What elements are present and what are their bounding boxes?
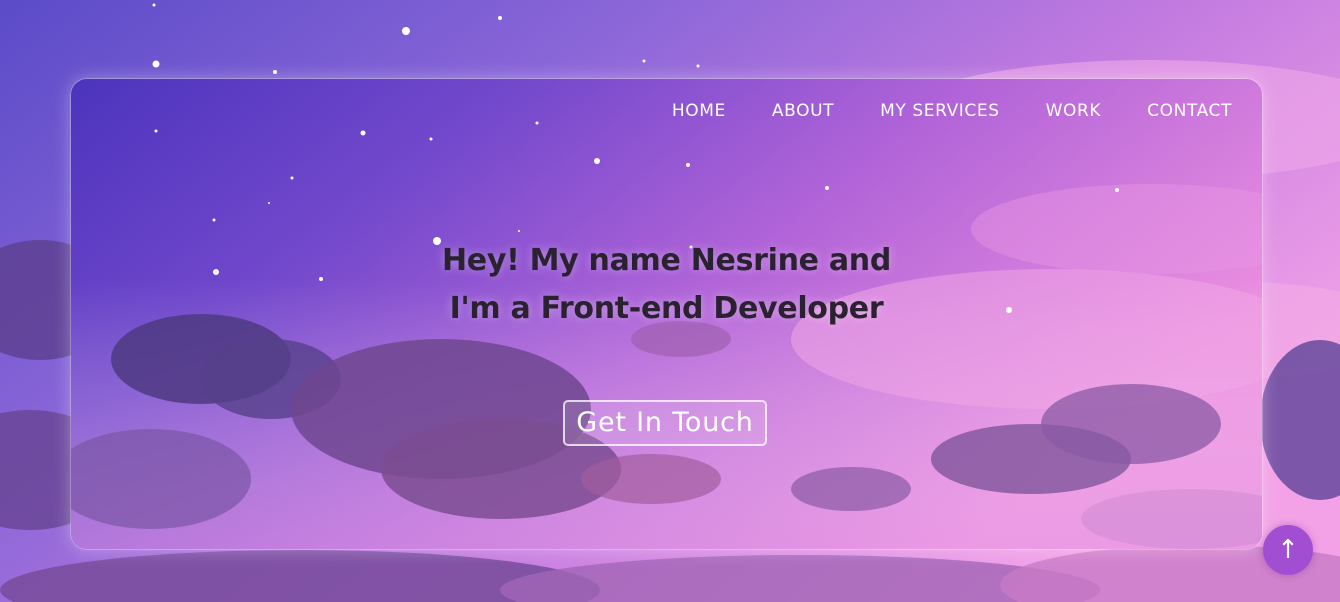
hero-headline-line-1: Hey! My name Nesrine and [441,243,892,278]
get-in-touch-button[interactable]: Get In Touch [563,400,767,446]
nav-item-work[interactable]: WORK [1046,101,1102,121]
main-nav: HOME ABOUT MY SERVICES WORK CONTACT [626,101,1232,121]
arrow-up-icon: ↑ [1277,535,1299,565]
page: HOME ABOUT MY SERVICES WORK CONTACT Hey!… [0,0,1340,602]
hero-headline: Hey! My name Nesrine and I'm a Front-end… [71,237,1262,333]
scroll-to-top-button[interactable]: ↑ [1263,525,1313,575]
nav-item-about[interactable]: ABOUT [772,101,834,121]
nav-item-home[interactable]: HOME [672,101,726,121]
hero-headline-line-2: I'm a Front-end Developer [449,291,884,326]
nav-item-contact[interactable]: CONTACT [1147,101,1232,121]
hero-card: HOME ABOUT MY SERVICES WORK CONTACT Hey!… [71,79,1262,549]
nav-item-my-services[interactable]: MY SERVICES [880,101,1000,121]
